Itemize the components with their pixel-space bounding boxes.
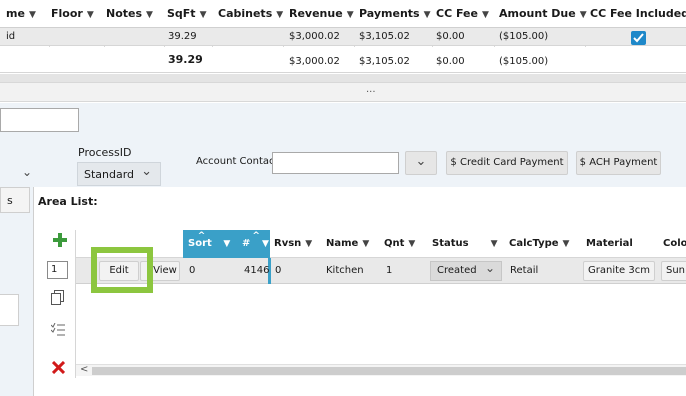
col-header-sort[interactable]: Sort^▼ [188,231,230,255]
cell-qnt: 1 [386,265,393,276]
account-contact-input[interactable] [272,152,399,174]
filter-icon[interactable]: ▼ [563,239,570,249]
filter-icon[interactable]: ▼ [347,10,354,20]
process-id-value: Standard [84,168,135,181]
cc-fee-included-checkbox[interactable] [631,31,646,45]
filter-icon[interactable]: ▼ [580,10,587,20]
filter-icon[interactable]: ▼ [424,10,431,20]
table-row[interactable]: id 39.29 $3,000.02 $3,105.02 $0.00 ($105… [0,28,686,46]
area-list-title: Area List: [38,195,98,208]
status-select[interactable]: Created ⌄ [430,261,502,281]
filter-icon[interactable]: ▼ [223,239,230,249]
col-header-sqft[interactable]: SqFt ▼ [167,0,207,28]
filter-icon[interactable]: ▼ [29,10,36,20]
sort-asc-icon: ^ [197,231,206,241]
tab-left[interactable]: s [0,187,30,213]
col-header-notes[interactable]: Notes ▼ [106,0,153,28]
top-grid-header: me ▼ Floor ▼ Notes ▼ SqFt ▼ Cabinets ▼ Revenu… [0,0,686,28]
checklist-icon[interactable] [50,322,65,337]
delete-icon[interactable] [51,360,66,375]
check-icon [633,33,644,43]
cell-sqft: 39.29 [168,31,197,42]
add-icon[interactable] [53,233,67,247]
col-header-cc-fee[interactable]: CC Fee ▼ [436,0,489,28]
col-header-status[interactable]: Status ▼ [432,233,498,255]
account-contact-dropdown-button[interactable]: ⌄ [405,151,437,175]
ach-payment-button[interactable]: $ ACH Payment [576,151,661,175]
account-contact-label: Account Contact: [196,156,282,167]
col-header-cabinets[interactable]: Cabinets ▼ [218,0,283,28]
filter-icon[interactable]: ▼ [276,10,283,20]
filter-icon[interactable]: ▼ [146,10,153,20]
filter-icon[interactable]: ▼ [262,239,269,249]
cell-cc-fee: $0.00 [436,31,465,42]
chevron-down-icon: ⌄ [415,154,427,169]
col-header-floor[interactable]: Floor ▼ [51,0,94,28]
cell-revenue: $3,000.02 [289,31,340,42]
filter-icon[interactable]: ▼ [305,239,312,249]
cell-name: Kitchen [326,265,364,276]
col-header-calctype[interactable]: CalcType ▼ [509,233,569,255]
col-header-amount-due[interactable]: Amount Due ▼ [499,0,587,28]
scroll-left-icon[interactable]: < [80,364,88,375]
list-box[interactable] [0,294,19,326]
splitter-handle-icon[interactable]: ... [366,84,376,95]
filter-icon[interactable]: ▼ [87,10,94,20]
cell-sort: 0 [189,265,196,276]
col-header-number[interactable]: #^▼ [242,231,269,255]
filter-icon[interactable]: ▼ [200,10,207,20]
highlight-box [91,247,153,293]
totals-row: 39.29 $3,000.02 $3,105.02 $0.00 ($105.00… [0,47,686,73]
process-id-select[interactable]: Standard ⌄ [77,162,161,186]
cell-amount-due: ($105.00) [499,31,549,42]
filter-icon[interactable]: ▼ [408,239,415,249]
col-header-material[interactable]: Material [586,233,633,255]
col-header-color[interactable]: Colo [663,233,686,255]
col-header-qnt[interactable]: Qnt ▼ [384,233,415,255]
total-amount-due: ($105.00) [499,56,549,67]
copy-icon[interactable] [51,290,65,306]
col-header-revenue[interactable]: Revenue ▼ [289,0,354,28]
total-cc-fee: $0.00 [436,56,465,67]
quantity-input[interactable]: 1 [47,261,68,279]
total-revenue: $3,000.02 [289,56,340,67]
cell-number: 4146 [244,265,270,276]
process-id-label: ProcessID [78,146,132,159]
material-button[interactable]: Granite 3cm [583,261,655,281]
scrollbar-thumb[interactable] [92,367,686,375]
filter-icon[interactable]: ▼ [362,239,369,249]
top-grid: me ▼ Floor ▼ Notes ▼ SqFt ▼ Cabinets ▼ Revenu… [0,0,686,82]
col-header-cc-fee-included[interactable]: CC Fee Included▼ [590,0,686,28]
col-header-payments[interactable]: Payments ▼ [359,0,431,28]
col-header-rvsn[interactable]: Rvsn ▼ [274,233,312,255]
total-payments: $3,105.02 [359,56,410,67]
total-sqft: 39.29 [168,53,203,66]
status-value: Created [437,265,477,276]
cell-rvsn: 0 [275,265,282,276]
chevron-down-icon: ⌄ [484,261,495,275]
color-button[interactable]: Sun [661,261,686,281]
cell-payments: $3,105.02 [359,31,410,42]
sort-asc-icon: ^ [252,231,260,241]
filter-icon[interactable]: ▼ [491,239,498,249]
col-header-name[interactable]: me ▼ [6,0,36,28]
dropdown-chevron-icon[interactable]: ⌄ [22,165,32,179]
text-input[interactable] [0,108,79,132]
cell-calctype: Retail [510,265,539,276]
filter-icon[interactable]: ▼ [482,10,489,20]
cell-name: id [6,31,16,42]
credit-card-payment-button[interactable]: $ Credit Card Payment [446,151,568,175]
col-header-name[interactable]: Name ▼ [326,233,369,255]
chevron-down-icon: ⌄ [141,164,152,179]
horizontal-scrollbar[interactable] [0,74,686,82]
splitter-bar[interactable]: ... [0,82,686,102]
horizontal-scrollbar[interactable]: < [76,364,686,376]
